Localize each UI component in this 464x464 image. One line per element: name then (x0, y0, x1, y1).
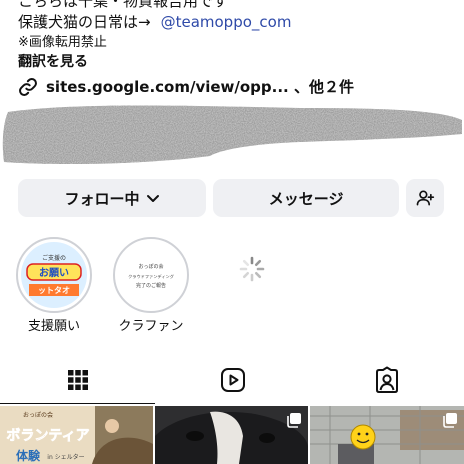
highlight-cover: おっぽの会 クラウドファンディング 完了のご報告 (118, 242, 184, 308)
highlight-cover-small: ご支援の (42, 254, 66, 262)
crowdfunding-cover-line2: クラウドファンディング (128, 273, 174, 280)
message-button[interactable]: メッセージ (213, 179, 400, 217)
following-label: フォロー中 (64, 189, 140, 208)
tab-reels[interactable] (155, 356, 310, 404)
post-thumbnail-shelter[interactable] (310, 406, 464, 464)
bio-link-text: sites.google.com/view/opp... 、他２件 (46, 78, 354, 96)
suggested-accounts-button[interactable] (406, 179, 444, 217)
chevron-down-icon (146, 195, 159, 202)
post-grid: おっぽの会 ボランティア 体験 in シェルター (0, 406, 464, 464)
bio-dogs-text: 保護犬猫の日常は→ (18, 13, 151, 31)
redaction-scribble (2, 105, 463, 164)
bio-notice: ※画像転用禁止 (18, 35, 107, 50)
bio-line-partial: こちらは千葉・物資報告用です (18, 0, 229, 10)
loading-spinner-icon (239, 256, 265, 282)
highlight-support[interactable]: ご支援の お願い ットタオ 支援願い (14, 237, 94, 335)
bio-line-dogs: 保護犬猫の日常は→ @teamoppo_com (18, 12, 458, 33)
post-caption-small: おっぽの会 (23, 411, 53, 419)
post-thumbnail-volunteer[interactable]: おっぽの会 ボランティア 体験 in シェルター (0, 406, 153, 464)
profile-bio: こちらは千葉・物資報告用です 保護犬猫の日常は→ @teamoppo_com ※画… (18, 0, 458, 97)
multi-photo-icon (287, 413, 301, 428)
tagged-icon (375, 366, 398, 393)
bio-links[interactable]: sites.google.com/view/opp... 、他２件 (18, 76, 458, 97)
crowdfunding-cover-line3: 完了のご報告 (136, 282, 166, 289)
highlight-ring: おっぽの会 クラウドファンディング 完了のご報告 (113, 237, 189, 313)
profile-tabs (0, 356, 464, 404)
tab-posts[interactable] (0, 356, 155, 404)
following-button[interactable]: フォロー中 (18, 179, 207, 217)
see-translation-link[interactable]: 翻訳を見る (18, 52, 458, 72)
bio-mention-link[interactable]: @teamoppo_com (161, 13, 292, 31)
multi-photo-icon (443, 413, 457, 428)
grid-icon (67, 370, 88, 390)
post-caption-main2: 体験 (16, 448, 41, 463)
profile-actions: フォロー中 メッセージ (18, 179, 444, 217)
highlight-label: クラファン (118, 319, 184, 334)
active-tab-indicator (0, 402, 155, 404)
post-caption-tail: in シェルター (47, 453, 84, 461)
reels-icon (220, 368, 245, 392)
highlight-cover-main: お願い (39, 267, 69, 279)
tab-tagged[interactable] (309, 356, 464, 404)
link-icon (19, 77, 37, 96)
story-highlights: ご支援の お願い ットタオ 支援願い おっぽの会 クラウドファンディング 完了の… (0, 237, 464, 337)
highlight-crowdfunding[interactable]: おっぽの会 クラウドファンディング 完了のご報告 クラファン (111, 237, 191, 335)
post-thumbnail-dog[interactable] (155, 406, 308, 464)
highlight-label: 支援願い (27, 319, 80, 334)
add-person-icon (416, 190, 435, 206)
crowdfunding-cover-line1: おっぽの会 (138, 263, 163, 270)
message-label: メッセージ (268, 189, 344, 208)
highlight-cover: ご支援の お願い ットタオ (21, 242, 87, 308)
post-caption-main: ボランティア (6, 428, 89, 444)
highlight-cover-sub: ットタオ (38, 285, 70, 295)
loading-spinner (212, 255, 292, 287)
highlight-ring: ご支援の お願い ットタオ (16, 237, 92, 313)
